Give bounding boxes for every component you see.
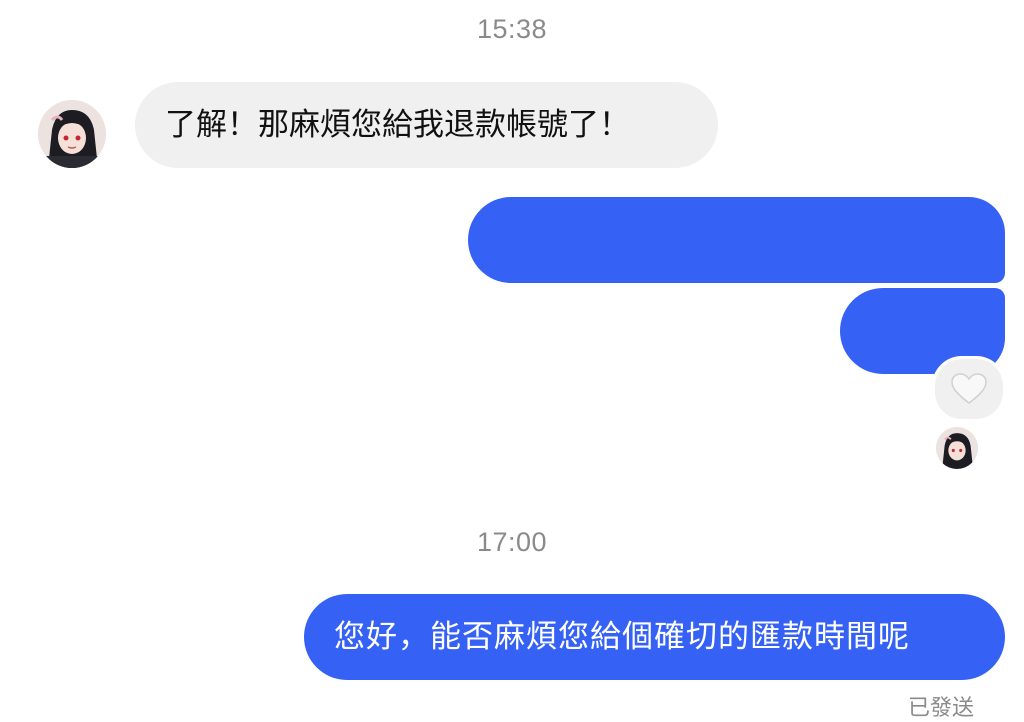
sent-status: 已發送 — [907, 696, 974, 721]
timestamp: 15:38 — [476, 14, 548, 44]
outgoing-message[interactable]: 您好，能否麻煩您給個確切的匯款時間呢 — [304, 594, 1005, 680]
avatar-image — [38, 100, 106, 168]
timestamp: 17:00 — [476, 527, 548, 557]
contact-avatar[interactable] — [38, 100, 106, 168]
read-receipt-avatar — [936, 427, 978, 469]
incoming-message[interactable]: 了解！那麻煩您給我退款帳號了！ — [135, 82, 718, 168]
heart-icon — [951, 373, 987, 404]
avatar-image — [936, 427, 978, 469]
outgoing-message[interactable] — [468, 197, 1005, 283]
reaction-badge[interactable] — [932, 356, 1006, 422]
